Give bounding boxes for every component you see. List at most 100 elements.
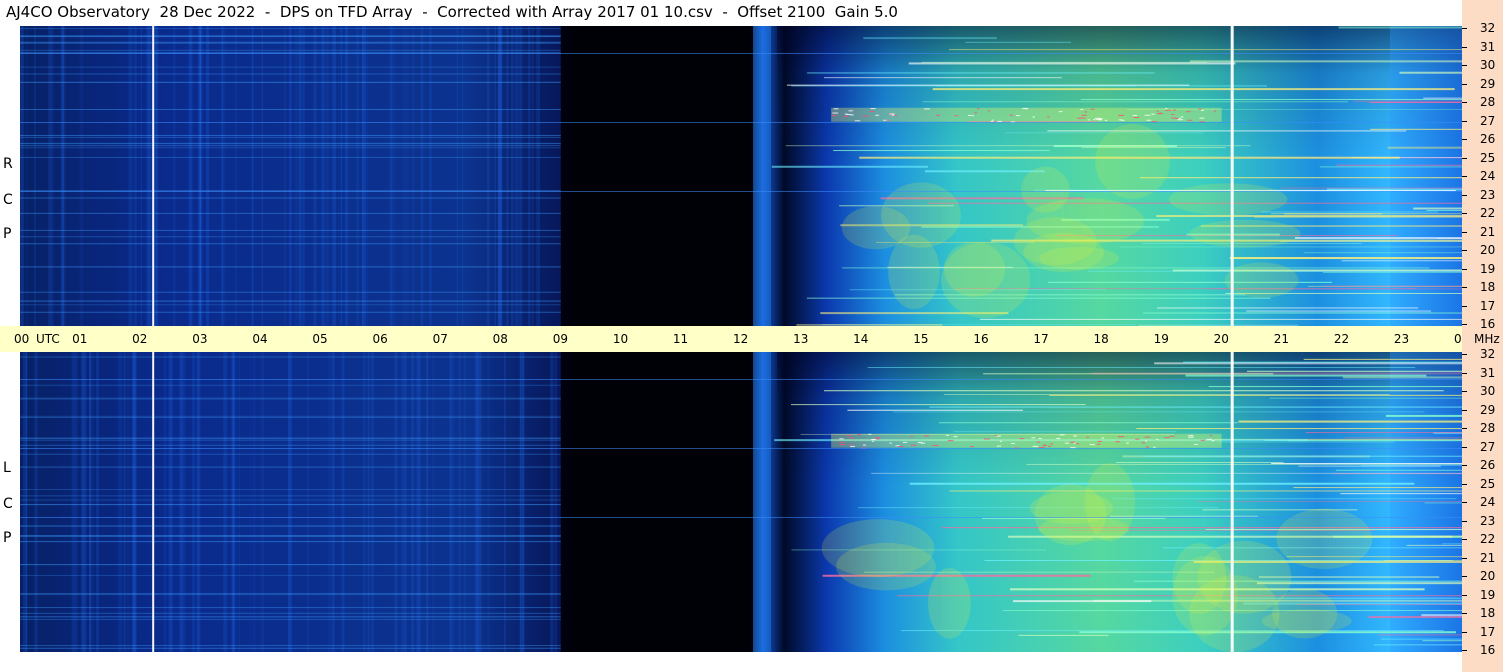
- rfi-line: [935, 85, 1267, 87]
- vertical-streak: [25, 26, 28, 326]
- hot-speck: [1038, 446, 1045, 448]
- vertical-streak: [528, 26, 531, 326]
- mhz-tick-label: 29: [1480, 402, 1496, 417]
- vertical-streak: [288, 26, 292, 326]
- vertical-streak: [321, 26, 325, 326]
- vertical-streak: [22, 352, 27, 652]
- vertical-streak: [183, 352, 186, 652]
- hot-speck: [833, 108, 839, 110]
- vertical-streak: [192, 352, 195, 652]
- hot-speck: [910, 444, 916, 446]
- rfi-line: [1140, 177, 1462, 179]
- vertical-streak: [450, 352, 455, 652]
- mhz-tick-label: 24: [1480, 495, 1496, 509]
- rfi-line: [938, 422, 1238, 424]
- vertical-streak: [464, 352, 466, 652]
- rfi-line: [1303, 252, 1462, 254]
- hot-speck: [1059, 434, 1065, 436]
- mhz-tick: [1462, 287, 1467, 288]
- utc-tick-label: 23: [1393, 332, 1410, 346]
- hot-speck: [839, 438, 844, 440]
- rfi-line: [20, 645, 561, 647]
- rfi-line: [1370, 128, 1462, 130]
- vertical-streak: [420, 26, 424, 326]
- utc-unit-label: UTC: [36, 332, 60, 346]
- hot-speck: [898, 446, 904, 448]
- rfi-line: [20, 73, 561, 75]
- rfi-line: [1269, 397, 1462, 399]
- utc-tick-label: 08: [492, 332, 508, 346]
- rfi-line: [20, 243, 561, 245]
- mhz-tick: [1462, 65, 1467, 66]
- hot-speck: [924, 108, 930, 110]
- hot-speck: [1145, 446, 1150, 448]
- hot-speck: [854, 120, 861, 122]
- hot-speck: [839, 443, 846, 445]
- rfi-line: [1142, 312, 1462, 314]
- mhz-tick-label: 27: [1480, 439, 1496, 454]
- vertical-streak: [96, 352, 99, 652]
- rfi-line: [20, 618, 561, 620]
- hot-speck: [869, 111, 875, 113]
- utc-tick-label: 20: [1213, 332, 1229, 346]
- rfi-line: [20, 49, 561, 51]
- hot-speck: [1171, 117, 1177, 119]
- utc-tick-label: 22: [1333, 332, 1350, 346]
- vertical-streak: [140, 26, 143, 326]
- hot-speck: [875, 436, 880, 438]
- rfi-line: [924, 170, 1045, 173]
- hot-speck: [1048, 445, 1052, 447]
- rfi-line: [833, 150, 1050, 152]
- vertical-streak: [133, 26, 138, 326]
- hot-speck: [846, 434, 852, 436]
- rfi-line: [1342, 376, 1462, 379]
- rfi-line: [1156, 215, 1462, 218]
- mhz-tick-label: 28: [1480, 421, 1496, 435]
- vertical-streak: [362, 352, 366, 652]
- vertical-streak: [82, 352, 87, 652]
- hot-speck: [1144, 436, 1151, 438]
- hot-speck: [844, 113, 848, 115]
- vertical-streak: [260, 352, 265, 652]
- vertical-streak: [332, 352, 335, 652]
- rfi-line: [1323, 271, 1462, 273]
- vertical-streak: [251, 26, 254, 326]
- rfi-line: [1368, 616, 1462, 619]
- mhz-tick-label: 18: [1480, 606, 1496, 620]
- hot-speck: [862, 115, 869, 117]
- hot-speck: [1178, 117, 1181, 119]
- vertical-streak: [506, 26, 509, 326]
- rfi-line: [20, 147, 561, 149]
- rfi-line: [20, 616, 561, 618]
- vertical-streak: [521, 352, 525, 652]
- hot-speck: [1126, 442, 1129, 444]
- mhz-tick-label: 21: [1480, 550, 1496, 565]
- utc-tick-label: 05: [312, 332, 328, 346]
- vertical-streak: [340, 26, 343, 326]
- rfi-line: [1340, 493, 1462, 495]
- activity-patch: [928, 568, 971, 639]
- hot-speck: [1086, 436, 1090, 438]
- vertical-streak: [188, 26, 193, 326]
- rfi-line: [1026, 463, 1462, 465]
- vertical-streak: [371, 352, 374, 652]
- mhz-tick-label: 24: [1480, 169, 1496, 183]
- rfi-line: [1183, 361, 1462, 363]
- utc-tick-label: 09: [552, 332, 569, 346]
- rfi-line: [1080, 98, 1462, 100]
- hot-speck: [1156, 438, 1159, 440]
- vertical-streak: [147, 26, 151, 326]
- mhz-tick: [1462, 213, 1467, 214]
- hot-speck: [1141, 442, 1146, 444]
- hot-speck: [1165, 107, 1168, 109]
- vertical-streak: [173, 26, 176, 326]
- rfi-line: [20, 397, 561, 399]
- hot-speck: [1093, 119, 1096, 121]
- hot-speck: [872, 440, 875, 442]
- vertical-streak: [179, 352, 184, 652]
- vertical-streak: [486, 26, 490, 326]
- hot-speck: [910, 436, 913, 438]
- rfi-line: [1280, 187, 1462, 189]
- mhz-tick-label: 32: [1480, 21, 1496, 35]
- hot-speck: [1159, 112, 1162, 114]
